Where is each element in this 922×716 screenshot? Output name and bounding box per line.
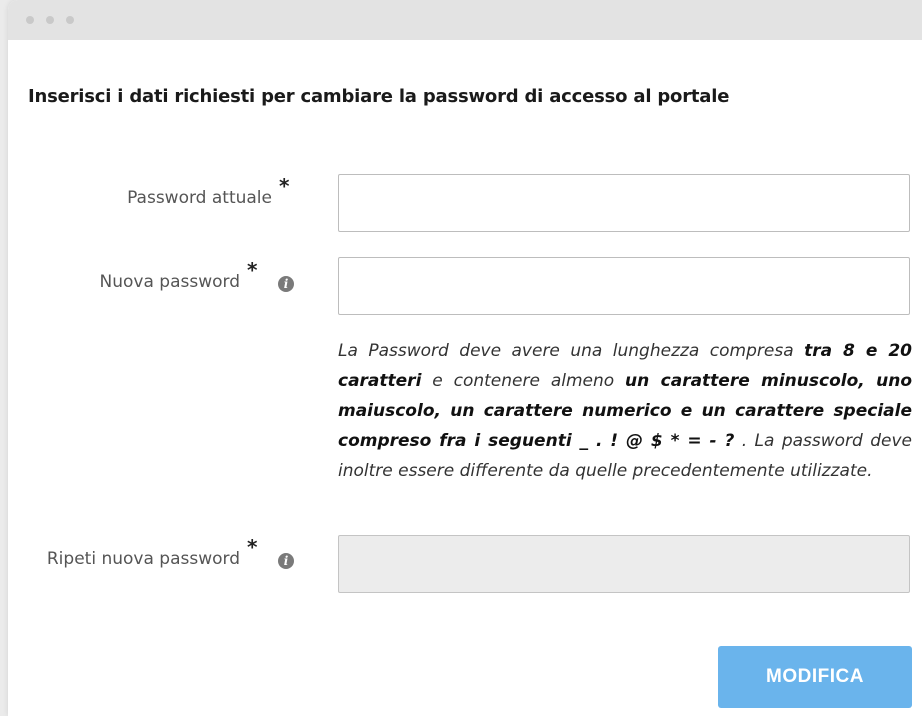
info-icon[interactable]: i	[278, 276, 294, 292]
window-titlebar	[8, 0, 922, 40]
required-mark: *	[247, 258, 258, 282]
page-heading: Inserisci i dati richiesti per cambiare …	[28, 86, 730, 107]
required-mark: *	[279, 174, 290, 198]
info-icon[interactable]: i	[278, 553, 294, 569]
required-mark: *	[247, 535, 258, 559]
new-password-input[interactable]	[338, 257, 910, 315]
repeat-password-label: Ripeti nuova password	[46, 549, 240, 569]
modifica-button[interactable]: MODIFICA	[718, 646, 912, 708]
window-dot-icon	[66, 16, 74, 24]
window-dot-icon	[26, 16, 34, 24]
password-requirements-hint: La Password deve avere una lunghezza com…	[338, 341, 912, 481]
new-password-label: Nuova password	[99, 272, 240, 292]
repeat-password-input[interactable]	[338, 535, 910, 593]
window-dot-icon	[46, 16, 54, 24]
browser-window: Inserisci i dati richiesti per cambiare …	[8, 0, 922, 716]
current-password-label: Password attuale	[127, 188, 272, 208]
current-password-input[interactable]	[338, 174, 910, 232]
